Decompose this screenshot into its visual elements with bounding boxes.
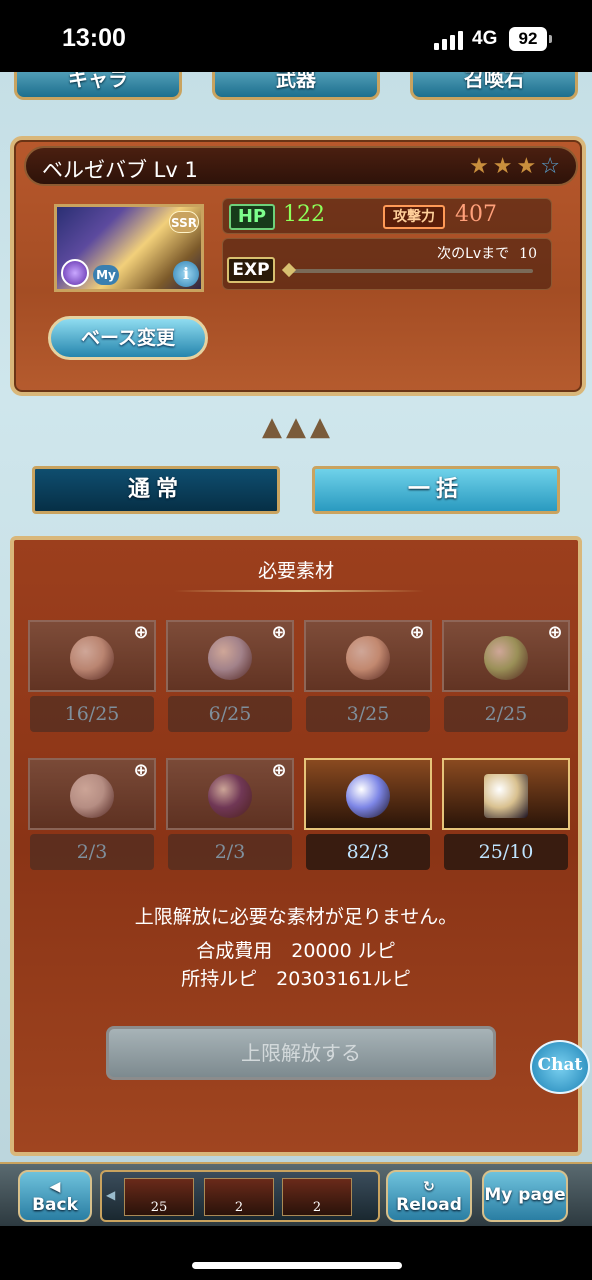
star-filled-icon: ★ <box>516 154 541 179</box>
star-empty-icon: ☆ <box>540 154 564 179</box>
exp-marker-icon <box>281 262 297 278</box>
home-area <box>0 1226 592 1280</box>
material-count: 3/25 <box>306 696 430 732</box>
material-thumb <box>442 758 570 830</box>
status-bar: 13:00 4G 92 <box>0 0 592 72</box>
materials-title: 必要素材 <box>257 560 334 582</box>
exp-next-label: 次のLvまで <box>437 246 510 262</box>
ssr-badge: SSR <box>169 211 199 233</box>
zoom-in-icon[interactable]: ⊕ <box>268 760 290 782</box>
material-count: 2/3 <box>30 834 154 870</box>
material-item[interactable]: 82/3 <box>304 758 432 878</box>
exp-row: EXP 次のLvまで 10 <box>222 238 552 290</box>
atk-label: 攻撃力 <box>383 205 445 229</box>
material-thumb <box>304 758 432 830</box>
material-item[interactable]: ⊕ 3/25 <box>304 620 432 740</box>
mode-bulk-button[interactable]: 一括 <box>312 466 560 514</box>
strip-item[interactable]: 2 <box>204 1178 274 1216</box>
signal-icon <box>434 30 464 50</box>
material-orb-icon <box>346 636 390 680</box>
strip-item[interactable]: 25 <box>124 1178 194 1216</box>
game-screen: キャラ 武器 召喚石 ベルゼバブ Lv 1 ★★★☆ SSR My i HP 1… <box>0 72 592 1162</box>
material-count: 6/25 <box>168 696 292 732</box>
zoom-in-icon[interactable]: ⊕ <box>130 760 152 782</box>
insufficient-message: 上限解放に必要な素材が足りません。 <box>134 906 458 928</box>
material-orb-icon <box>70 774 114 818</box>
exp-next: 次のLvまで 10 <box>437 243 537 263</box>
material-item[interactable]: ⊕ 6/25 <box>166 620 294 740</box>
zoom-in-icon[interactable]: ⊕ <box>406 622 428 644</box>
reload-icon: ↻ <box>423 1179 435 1195</box>
material-count: 2/25 <box>444 696 568 732</box>
character-portrait[interactable]: SSR My i <box>54 204 204 292</box>
battery-cap <box>549 35 552 43</box>
zoom-in-icon[interactable]: ⊕ <box>544 622 566 644</box>
chat-button[interactable]: Chat <box>530 1040 590 1094</box>
divider <box>174 590 424 592</box>
network-label: 4G <box>472 28 498 49</box>
material-item[interactable]: ⊕ 2/3 <box>28 758 156 878</box>
material-item[interactable]: 25/10 <box>442 758 570 878</box>
uncap-indicator-icons: ▲▲▲ <box>262 412 334 442</box>
hp-value: 122 <box>283 202 325 227</box>
tab-weapon[interactable]: 武器 <box>212 72 380 100</box>
material-orb-icon <box>208 636 252 680</box>
mypage-label: My page <box>484 1185 566 1205</box>
uncap-button[interactable]: 上限解放する <box>106 1026 496 1080</box>
material-orb-icon <box>484 636 528 680</box>
material-orb-icon <box>208 774 252 818</box>
star-filled-icon: ★ <box>469 154 493 179</box>
material-item[interactable]: ⊕ 16/25 <box>28 620 156 740</box>
hp-label: HP <box>229 204 275 230</box>
top-tabs: キャラ 武器 召喚石 <box>0 72 592 106</box>
strip-item[interactable]: 2 <box>282 1178 352 1216</box>
info-icon[interactable]: i <box>173 261 199 287</box>
my-badge: My <box>93 265 119 285</box>
base-change-button[interactable]: ベース変更 <box>48 316 208 360</box>
status-time: 13:00 <box>62 24 126 52</box>
material-count: 82/3 <box>306 834 430 870</box>
item-strip[interactable]: ◀ 25 2 2 <box>100 1170 380 1222</box>
material-item[interactable]: ⊕ 2/3 <box>166 758 294 878</box>
element-dark-icon <box>61 259 89 287</box>
mode-normal-button[interactable]: 通常 <box>32 466 280 514</box>
zoom-in-icon[interactable]: ⊕ <box>130 622 152 644</box>
material-scroll-icon <box>484 774 528 818</box>
star-filled-icon: ★ <box>492 154 517 179</box>
strip-left-arrow-icon[interactable]: ◀ <box>106 1188 115 1202</box>
material-orb-icon <box>70 636 114 680</box>
rarity-stars: ★★★☆ <box>469 154 564 179</box>
strip-count: 2 <box>234 1200 244 1215</box>
stat-row: HP 122 攻撃力 407 <box>222 198 552 234</box>
reload-label: Reload <box>396 1195 462 1215</box>
back-label: Back <box>32 1195 78 1215</box>
exp-progress-bar <box>281 262 533 278</box>
owned-rupie-line: 所持ルピ 20303161ルピ <box>181 968 411 990</box>
exp-next-value: 10 <box>519 246 537 262</box>
materials-panel: 必要素材 ⊕ 16/25 ⊕ 6/25 ⊕ 3/25 ⊕ 2/25 ⊕ 2/3 <box>10 536 582 1156</box>
character-name: ベルゼバブ Lv 1 <box>42 158 198 182</box>
character-panel: ベルゼバブ Lv 1 ★★★☆ SSR My i HP 122 攻撃力 407 … <box>10 136 586 396</box>
material-item[interactable]: ⊕ 2/25 <box>442 620 570 740</box>
tab-chara[interactable]: キャラ <box>14 72 182 100</box>
material-count: 25/10 <box>444 834 568 870</box>
zoom-in-icon[interactable]: ⊕ <box>268 622 290 644</box>
strip-count: 2 <box>312 1200 322 1215</box>
mypage-button[interactable]: My page <box>482 1170 568 1222</box>
back-arrow-icon: ◀ <box>49 1179 61 1195</box>
exp-label: EXP <box>227 257 275 283</box>
back-button[interactable]: ◀ Back <box>18 1170 92 1222</box>
material-count: 2/3 <box>168 834 292 870</box>
home-indicator[interactable] <box>192 1262 402 1269</box>
atk-value: 407 <box>455 202 497 227</box>
cost-line: 合成費用 20000 ルピ <box>196 940 396 962</box>
battery-icon: 92 <box>509 27 547 51</box>
strip-count: 25 <box>150 1200 168 1215</box>
tab-summon[interactable]: 召喚石 <box>410 72 578 100</box>
material-count: 16/25 <box>30 696 154 732</box>
bottom-nav: ◀ Back ◀ 25 2 2 ↻ Reload My page <box>0 1162 592 1226</box>
reload-button[interactable]: ↻ Reload <box>386 1170 472 1222</box>
material-orb-icon <box>346 774 390 818</box>
character-header: ベルゼバブ Lv 1 ★★★☆ <box>24 146 578 186</box>
